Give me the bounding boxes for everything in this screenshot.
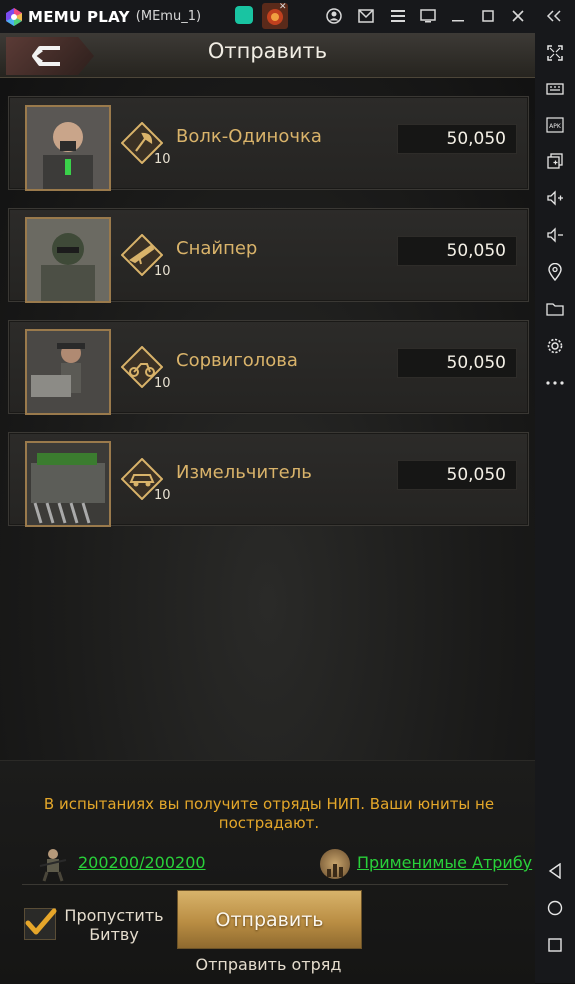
tab-close-icon[interactable]: ✕ (279, 2, 287, 12)
svg-text:APK: APK (549, 123, 562, 130)
unit-level: 10 (154, 264, 171, 279)
unit-level: 10 (154, 488, 171, 503)
unit-count[interactable]: 50,050 (397, 348, 517, 378)
page-title: Отправить (207, 39, 328, 63)
emulator-sidebar: APK (535, 33, 575, 983)
game-screen: Отправить 10 Волк-Одиночка 50,050 10 Сна… (0, 33, 535, 984)
unit-portrait (25, 441, 111, 527)
volume-down-icon[interactable] (535, 223, 575, 247)
maximize-icon[interactable] (479, 7, 497, 25)
close-icon[interactable] (509, 7, 527, 25)
folder-icon[interactable] (535, 297, 575, 321)
game-header: Отправить (0, 33, 535, 78)
apk-icon[interactable]: APK (535, 113, 575, 137)
divider (22, 884, 508, 885)
minimize-icon[interactable] (449, 7, 467, 25)
send-button[interactable]: Отправить (177, 890, 362, 949)
account-icon[interactable] (325, 7, 343, 25)
unit-count[interactable]: 50,050 (397, 460, 517, 490)
unit-card[interactable]: 10 Волк-Одиночка 50,050 (8, 96, 529, 191)
nav-recent-icon[interactable] (535, 933, 575, 957)
memu-logo: MEMU PLAY (MEmu_1) (4, 7, 201, 27)
unit-card[interactable]: 10 Сорвиголова 50,050 (8, 320, 529, 415)
brand-name: MEMU PLAY (28, 7, 130, 26)
soldier-icon (39, 849, 67, 882)
info-text: В испытаниях вы получите отряды НИП. Ваш… (43, 795, 495, 832)
skip-battle-label: Пропустить Битву (64, 906, 164, 944)
unit-name: Снайпер (176, 238, 258, 259)
keyboard-icon[interactable] (535, 77, 575, 101)
unit-name: Волк-Одиночка (176, 126, 322, 147)
instance-name: (MEmu_1) (135, 9, 202, 24)
skip-battle-checkbox[interactable] (24, 908, 57, 940)
menu-icon[interactable] (389, 7, 407, 25)
unit-card[interactable]: 10 Измельчитель 50,050 (8, 432, 529, 527)
unit-level: 10 (154, 152, 171, 167)
settings-gear-icon[interactable] (535, 334, 575, 358)
troop-count-link[interactable]: 200200/200200 (78, 853, 206, 872)
volume-up-icon[interactable] (535, 186, 575, 210)
send-subtitle: Отправить отряд (195, 955, 342, 974)
mail-icon[interactable] (357, 7, 375, 25)
nav-home-icon[interactable] (535, 896, 575, 920)
unit-portrait (25, 329, 111, 415)
collapse-sidebar-icon[interactable] (545, 7, 563, 25)
unit-count[interactable]: 50,050 (397, 236, 517, 266)
attributes-icon[interactable] (320, 849, 350, 879)
memu-logo-icon (6, 7, 22, 26)
unit-portrait (25, 217, 111, 303)
unit-level: 10 (154, 376, 171, 391)
unit-count[interactable]: 50,050 (397, 124, 517, 154)
more-icon[interactable] (535, 371, 575, 395)
unit-portrait (25, 105, 111, 191)
unit-name: Сорвиголова (176, 350, 298, 371)
unit-card[interactable]: 10 Снайпер 50,050 (8, 208, 529, 303)
emulator-titlebar: MEMU PLAY (MEmu_1) ✕ (0, 0, 575, 33)
fullscreen-icon[interactable] (535, 41, 575, 65)
tab-app-icon[interactable] (235, 6, 253, 24)
attributes-link[interactable]: Применимые Атрибу (357, 853, 535, 872)
multi-window-icon[interactable] (535, 149, 575, 173)
location-icon[interactable] (535, 260, 575, 284)
unit-name: Измельчитель (176, 462, 312, 483)
bottom-panel: В испытаниях вы получите отряды НИП. Ваш… (0, 760, 535, 984)
nav-back-icon[interactable] (535, 859, 575, 883)
screen-icon[interactable] (419, 7, 437, 25)
checkmark-icon (25, 908, 57, 935)
